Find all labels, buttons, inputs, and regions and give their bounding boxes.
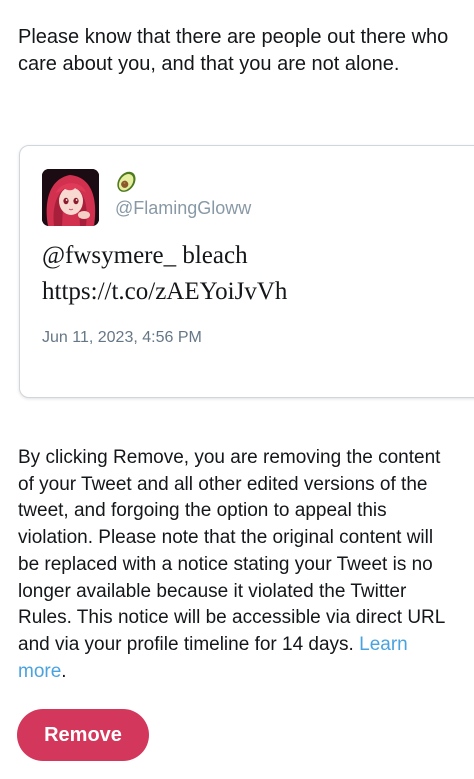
avatar-image xyxy=(42,169,99,226)
remove-button[interactable]: Remove xyxy=(17,709,149,761)
tweet-text-line: @fwsymere_ bleach xyxy=(42,242,248,269)
removal-info-text: By clicking Remove, you are removing the… xyxy=(18,447,445,655)
tweet-text: @fwsymere_ bleach https://t.co/zAEYoiJvV… xyxy=(42,238,462,310)
tweet-handle[interactable]: @FlamingGloww xyxy=(115,198,251,219)
intro-message: Please know that there are people out th… xyxy=(18,26,449,75)
tweet-timestamp: Jun 11, 2023, 4:56 PM xyxy=(42,329,202,346)
tweet-link[interactable]: https://t.co/zAEYoiJvVh xyxy=(42,274,462,310)
avocado-icon xyxy=(117,171,136,192)
info-period: . xyxy=(61,660,67,682)
removal-info: By clicking Remove, you are removing the… xyxy=(18,445,458,685)
tweet-card[interactable]: @FlamingGloww @fwsymere_ bleach https://… xyxy=(19,145,474,398)
avatar[interactable] xyxy=(42,169,99,226)
